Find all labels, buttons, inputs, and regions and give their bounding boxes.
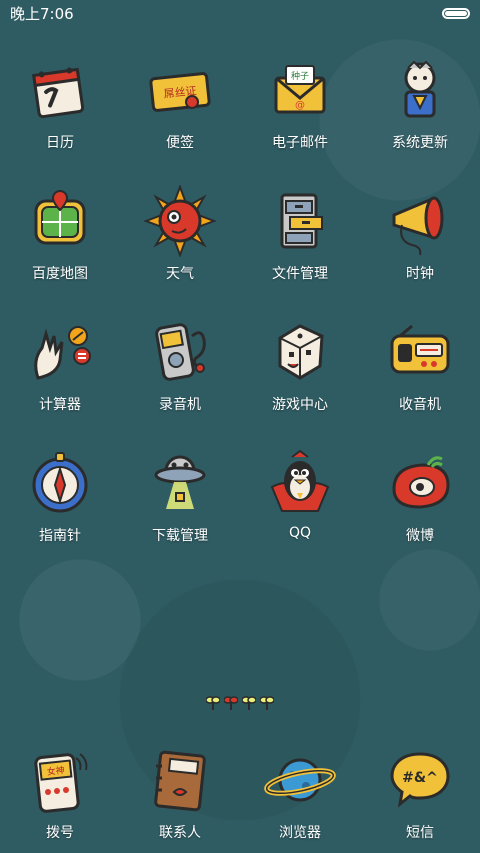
app-messages[interactable]: #&^ 短信 bbox=[360, 744, 480, 842]
megaphone-icon bbox=[392, 196, 444, 256]
app-game-center[interactable]: 游戏中心 bbox=[240, 310, 360, 441]
ufo-download-icon bbox=[154, 455, 206, 509]
app-label: 拨号 bbox=[46, 825, 74, 841]
weibo-icon bbox=[392, 456, 450, 509]
qq-penguin-icon bbox=[270, 449, 330, 512]
app-label: 文件管理 bbox=[272, 266, 328, 282]
compass-icon bbox=[32, 452, 88, 513]
app-label: 联系人 bbox=[159, 825, 201, 841]
app-label: 天气 bbox=[166, 266, 194, 282]
app-download-manager[interactable]: 下载管理 bbox=[120, 441, 240, 572]
message-bubble-icon: #&^ bbox=[390, 752, 450, 808]
app-label: 录音机 bbox=[159, 397, 201, 413]
app-label: 计算器 bbox=[39, 397, 81, 413]
app-notes[interactable]: 屌丝证 便签 bbox=[120, 48, 240, 179]
app-grid: 日历 屌丝证 便签 种子 @ 电子邮件 系统更新 百度地图 天气 文件管理 时钟… bbox=[0, 48, 480, 572]
planet-browser-icon bbox=[264, 758, 336, 802]
app-calendar[interactable]: 日历 bbox=[0, 48, 120, 179]
app-label: 日历 bbox=[46, 135, 74, 151]
sprout-page-dot-icon[interactable] bbox=[260, 694, 274, 710]
file-cabinet-icon bbox=[280, 193, 323, 249]
calendar-icon bbox=[32, 67, 85, 119]
app-label: 游戏中心 bbox=[272, 397, 328, 413]
recorder-icon bbox=[155, 323, 206, 381]
app-label: 百度地图 bbox=[32, 266, 88, 282]
sprout-page-dot-icon[interactable] bbox=[242, 694, 256, 710]
app-label: 浏览器 bbox=[279, 825, 321, 841]
note-scroll-icon: 屌丝证 bbox=[149, 72, 211, 112]
map-icon bbox=[34, 189, 86, 245]
sprout-page-dot-icon[interactable] bbox=[206, 694, 220, 710]
app-email[interactable]: 种子 @ 电子邮件 bbox=[240, 48, 360, 179]
app-recorder[interactable]: 录音机 bbox=[120, 310, 240, 441]
app-dialer[interactable]: 女神 拨号 bbox=[0, 744, 120, 842]
superhero-update-icon bbox=[404, 60, 436, 118]
battery-icon bbox=[442, 7, 470, 19]
page-indicator bbox=[0, 694, 480, 710]
app-label: 时钟 bbox=[406, 266, 434, 282]
app-label: 便签 bbox=[166, 135, 194, 151]
app-file-manager[interactable]: 文件管理 bbox=[240, 179, 360, 310]
app-qq[interactable]: QQ bbox=[240, 441, 360, 572]
app-label: 指南针 bbox=[39, 528, 81, 544]
message-text: #&^ bbox=[402, 770, 438, 786]
svg-text:@: @ bbox=[295, 100, 305, 111]
phone-dialer-icon: 女神 bbox=[34, 753, 88, 813]
app-weibo[interactable]: 微博 bbox=[360, 441, 480, 572]
app-baidu-map[interactable]: 百度地图 bbox=[0, 179, 120, 310]
app-clock[interactable]: 时钟 bbox=[360, 179, 480, 310]
contacts-book-icon bbox=[154, 750, 206, 812]
app-browser[interactable]: 浏览器 bbox=[240, 744, 360, 842]
app-label: 收音机 bbox=[399, 397, 441, 413]
email-text: 种子 bbox=[291, 70, 309, 82]
app-label: 微博 bbox=[406, 528, 434, 544]
app-label: QQ bbox=[288, 525, 312, 541]
battery-fill bbox=[445, 10, 467, 16]
sprout-page-dot-icon[interactable] bbox=[224, 694, 238, 710]
status-bar: 晚上7:06 bbox=[0, 0, 480, 26]
dock: 女神 拨号 联系人 浏览器 #&^ 短信 bbox=[0, 744, 480, 842]
app-label: 系统更新 bbox=[392, 135, 448, 151]
calculator-hands-icon bbox=[34, 326, 91, 380]
app-system-update[interactable]: 系统更新 bbox=[360, 48, 480, 179]
status-time: 晚上7:06 bbox=[10, 4, 74, 23]
app-contacts[interactable]: 联系人 bbox=[120, 744, 240, 842]
app-label: 下载管理 bbox=[152, 528, 208, 544]
app-radio[interactable]: 收音机 bbox=[360, 310, 480, 441]
email-envelope-icon: 种子 @ bbox=[274, 65, 326, 114]
radio-icon bbox=[390, 324, 450, 374]
app-label: 短信 bbox=[406, 825, 434, 841]
app-calculator[interactable]: 计算器 bbox=[0, 310, 120, 441]
app-label: 电子邮件 bbox=[272, 135, 328, 151]
app-compass[interactable]: 指南针 bbox=[0, 441, 120, 572]
sun-weather-icon bbox=[144, 185, 216, 257]
app-weather[interactable]: 天气 bbox=[120, 179, 240, 310]
dice-icon bbox=[278, 324, 324, 380]
